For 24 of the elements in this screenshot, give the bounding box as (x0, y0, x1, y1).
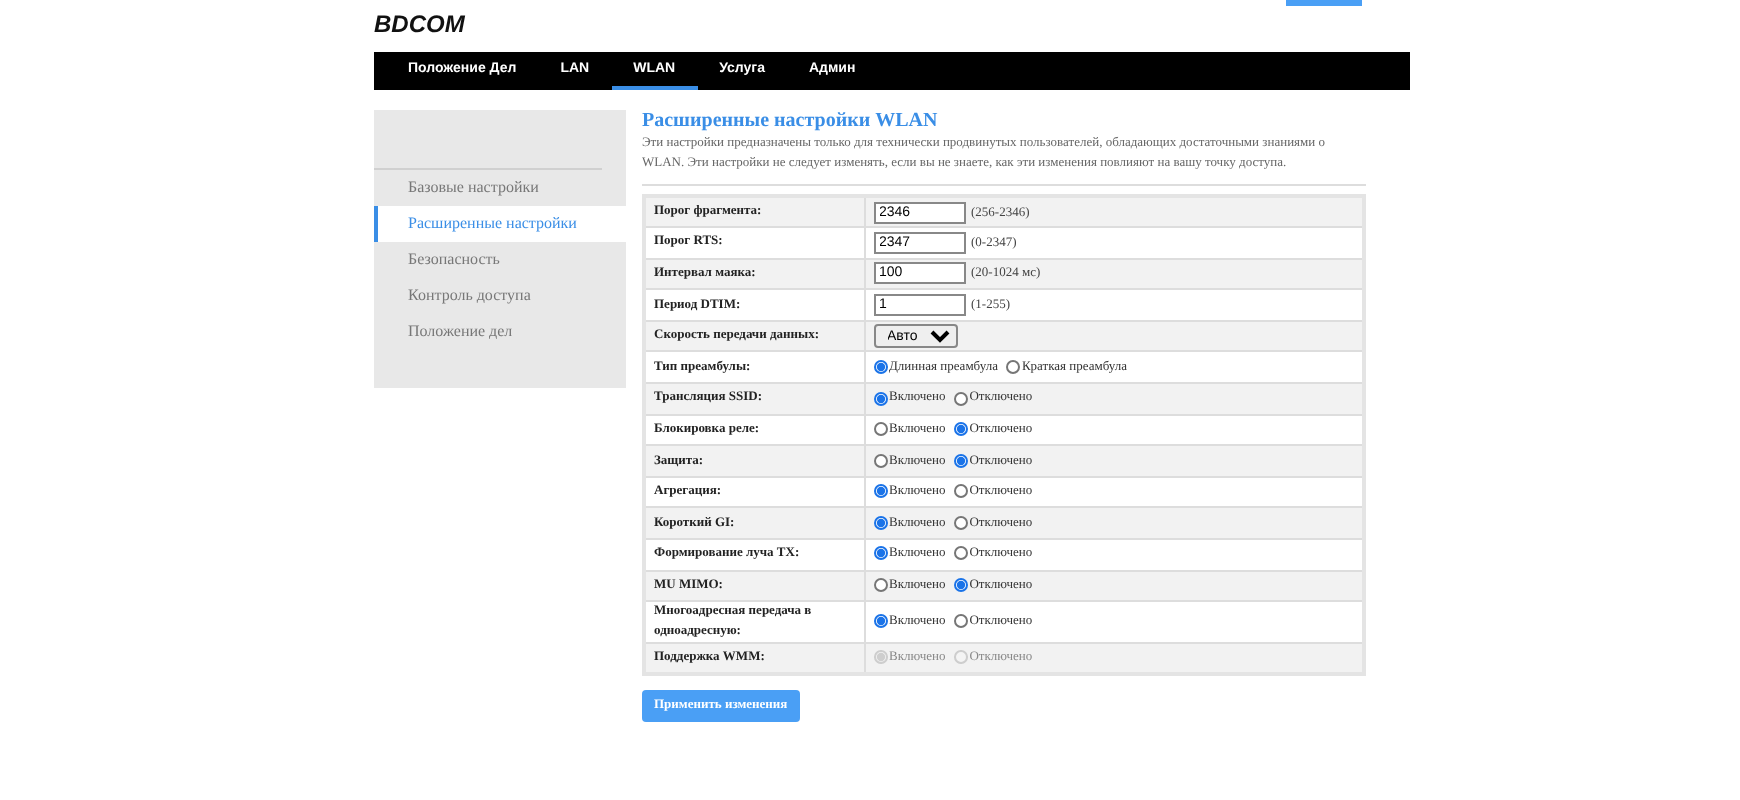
radio-button[interactable] (873, 546, 887, 561)
sidebar-item[interactable]: Базовые настройки (374, 170, 626, 206)
radio-button[interactable] (953, 578, 968, 593)
page-title: Расширенные настройки WLAN (642, 110, 940, 134)
radio-button[interactable] (873, 614, 887, 629)
radio-button[interactable] (873, 453, 887, 468)
logo: BDCOM (374, 10, 465, 40)
radio-button[interactable] (1005, 359, 1020, 374)
sidebar-item[interactable]: Положение дел (374, 314, 626, 350)
radio-button[interactable] (873, 359, 887, 374)
sidebar-item[interactable]: Безопасность (374, 242, 626, 278)
radio-button[interactable] (873, 484, 887, 499)
sidebar-item[interactable]: Контроль доступа (374, 278, 626, 314)
radio-button[interactable] (953, 515, 968, 530)
radio-button[interactable] (873, 515, 887, 530)
radio-button[interactable] (953, 422, 968, 437)
radio-button[interactable] (873, 578, 887, 593)
radio-button[interactable] (953, 546, 968, 561)
radio-button[interactable] (953, 453, 968, 468)
radio-button[interactable] (873, 391, 887, 405)
radio-button[interactable] (953, 614, 968, 629)
radio-button[interactable] (873, 422, 887, 437)
radio-button[interactable] (953, 484, 968, 499)
radio-button[interactable] (953, 391, 968, 405)
